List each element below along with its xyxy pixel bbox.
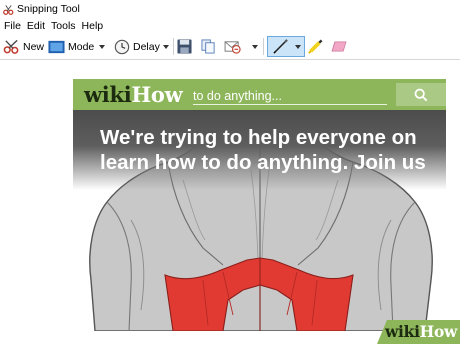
wikihow-watermark: wikiHow [385,321,457,343]
send-snip-dropdown[interactable] [250,36,260,57]
copy-button[interactable] [201,36,216,57]
chevron-down-icon [99,44,105,49]
pen-icon [273,39,288,54]
menu-file[interactable]: File [2,20,25,32]
menu-edit[interactable]: Edit [25,20,49,32]
send-email-icon [224,41,241,54]
menu-bar: File Edit Tools Help [0,18,460,33]
eraser-button[interactable] [330,36,349,57]
title-bar: Snipping Tool [0,0,460,18]
send-snip-button[interactable] [224,36,243,57]
snipping-tool-icon [3,4,14,15]
chevron-down-icon [163,44,169,49]
hero-banner-text: We're trying to help everyone on learn h… [100,125,446,175]
logo-how: How [131,82,183,107]
toolbar-separator [263,38,264,55]
search-icon [414,88,428,101]
chevron-down-icon [295,44,301,49]
clock-icon [114,39,130,54]
new-label: New [23,40,45,53]
hero-line-1: We're trying to help everyone on [100,126,417,149]
menu-help[interactable]: Help [80,20,108,32]
mode-icon [48,40,65,53]
eraser-icon [331,41,347,52]
new-button[interactable]: New [3,36,44,57]
menu-tools[interactable]: Tools [49,20,80,32]
mode-button[interactable]: Mode [48,36,94,57]
delay-label: Delay [133,40,160,53]
save-button[interactable] [177,36,192,57]
mode-label: Mode [68,40,95,53]
wikihow-search-button[interactable] [396,83,446,106]
toolbar: New Mode Delay [0,33,460,60]
watermark-how: How [419,322,458,341]
copy-icon [201,39,215,54]
hero-line-2: learn how to do anything. Join us [100,151,426,174]
highlighter-icon [308,39,323,54]
scissors-icon [3,39,19,54]
save-icon [177,39,192,54]
delay-dropdown[interactable] [161,36,171,57]
logo-wiki: wiki [84,82,132,107]
wikihow-search-input[interactable]: to do anything... [193,87,387,105]
pen-tool[interactable] [272,36,289,57]
mode-dropdown[interactable] [97,36,107,57]
wikihow-logo[interactable]: wikiHow [84,81,183,109]
delay-button[interactable]: Delay [114,36,160,57]
wikihow-hero-image: We're trying to help everyone on learn h… [73,110,446,331]
chevron-down-icon [252,44,258,49]
toolbar-separator [173,38,174,55]
pen-dropdown[interactable] [293,36,303,57]
window-title: Snipping Tool [17,3,80,15]
highlighter-button[interactable] [307,36,324,57]
watermark-wiki: wiki [385,322,420,341]
